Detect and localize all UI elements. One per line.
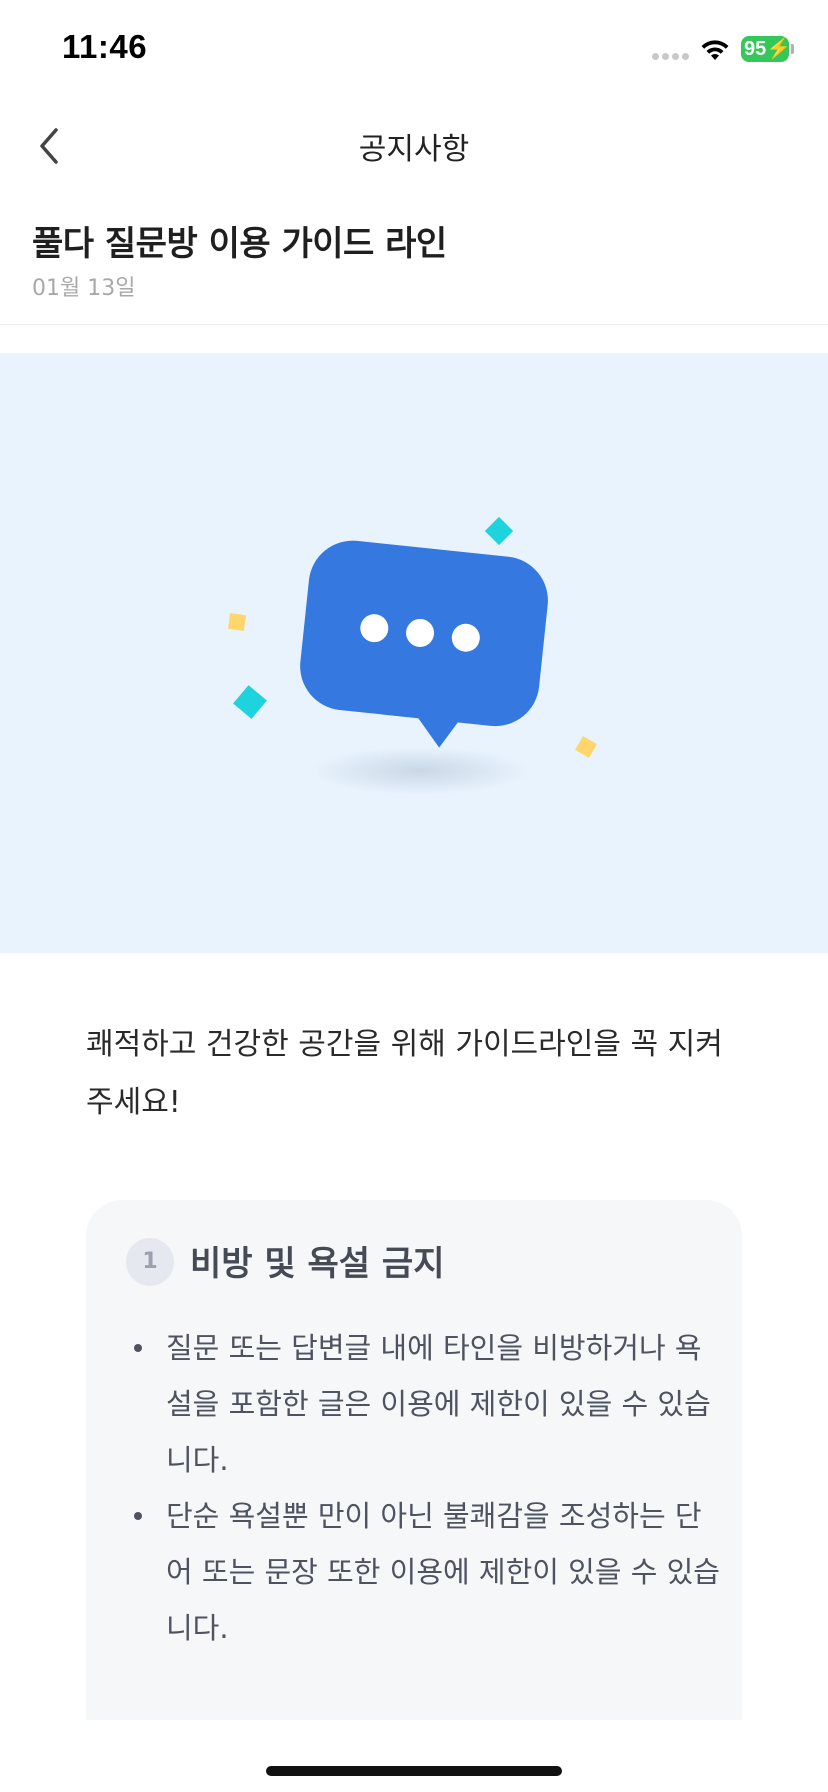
bullet-icon	[134, 1344, 142, 1352]
battery-cap	[791, 44, 794, 54]
bullet-icon	[134, 1512, 142, 1520]
divider	[0, 324, 828, 325]
battery-level: 95	[744, 38, 767, 60]
rule-number-badge: 1	[126, 1238, 174, 1286]
status-bar: 11:46 95⚡	[0, 0, 828, 100]
signal-icon	[652, 53, 690, 61]
rule-list: 질문 또는 답변글 내에 타인을 비방하거나 욕설을 포함한 글은 이용에 제한…	[126, 1320, 726, 1656]
chat-bubble-icon	[227, 516, 597, 795]
nav-bar: 공지사항	[0, 100, 828, 192]
banner	[0, 353, 828, 953]
wifi-icon	[701, 40, 729, 60]
status-time: 11:46	[62, 28, 148, 65]
bottom-area	[0, 1722, 828, 1792]
post-title: 풀다 질문방 이용 가이드 라인	[32, 224, 447, 264]
intro-text: 쾌적하고 건강한 공간을 위해 가이드라인을 꼭 지켜주세요!	[86, 1027, 723, 1120]
rule-title: 비방 및 욕설 금지	[190, 1244, 445, 1284]
rule-card: 1 비방 및 욕설 금지 질문 또는 답변글 내에 타인을 비방하거나 욕설을 …	[86, 1200, 742, 1720]
battery-icon: 95⚡	[741, 36, 791, 62]
post-date: 01월 13일	[32, 276, 136, 301]
list-item: 질문 또는 답변글 내에 타인을 비방하거나 욕설을 포함한 글은 이용에 제한…	[126, 1320, 726, 1488]
list-item: 단순 욕설뿐 만이 아닌 불쾌감을 조성하는 단어 또는 문장 또한 이용에 제…	[126, 1488, 726, 1656]
list-item-text: 질문 또는 답변글 내에 타인을 비방하거나 욕설을 포함한 글은 이용에 제한…	[166, 1331, 711, 1477]
page-title: 공지사항	[358, 132, 470, 167]
list-item-text: 단순 욕설뿐 만이 아닌 불쾌감을 조성하는 단어 또는 문장 또한 이용에 제…	[166, 1499, 720, 1645]
home-indicator[interactable]	[266, 1766, 562, 1776]
